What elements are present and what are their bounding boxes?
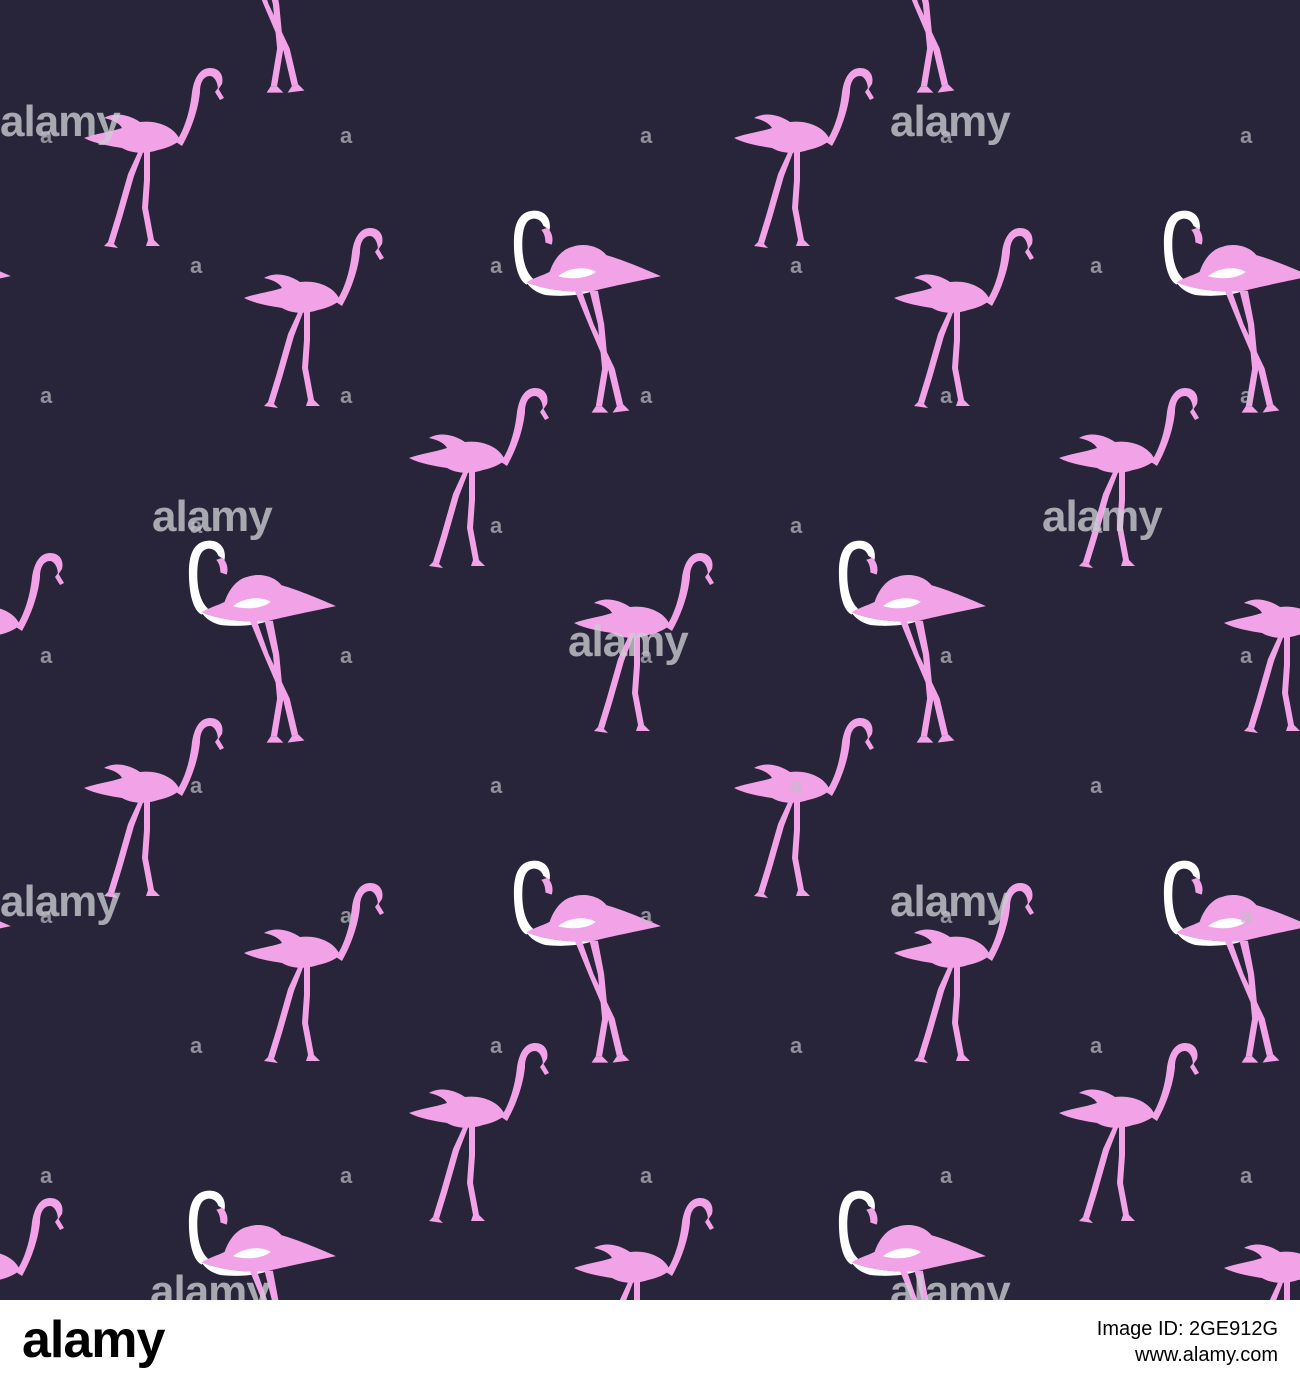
image-id-label: Image ID: 2GE912G — [1096, 1318, 1278, 1340]
footer-meta: Image ID: 2GE912G www.alamy.com — [1097, 1316, 1278, 1368]
flamingo-pattern — [0, 0, 1300, 1300]
site-url: www.alamy.com — [1135, 1344, 1278, 1366]
alamy-logo: alamy — [22, 1311, 165, 1369]
stock-image-frame: alamy alamy alamy alamy alamy alamy alamy alamy… — [0, 0, 1300, 1390]
stock-footer: alamy Image ID: 2GE912G www.alamy.com — [0, 1300, 1300, 1390]
